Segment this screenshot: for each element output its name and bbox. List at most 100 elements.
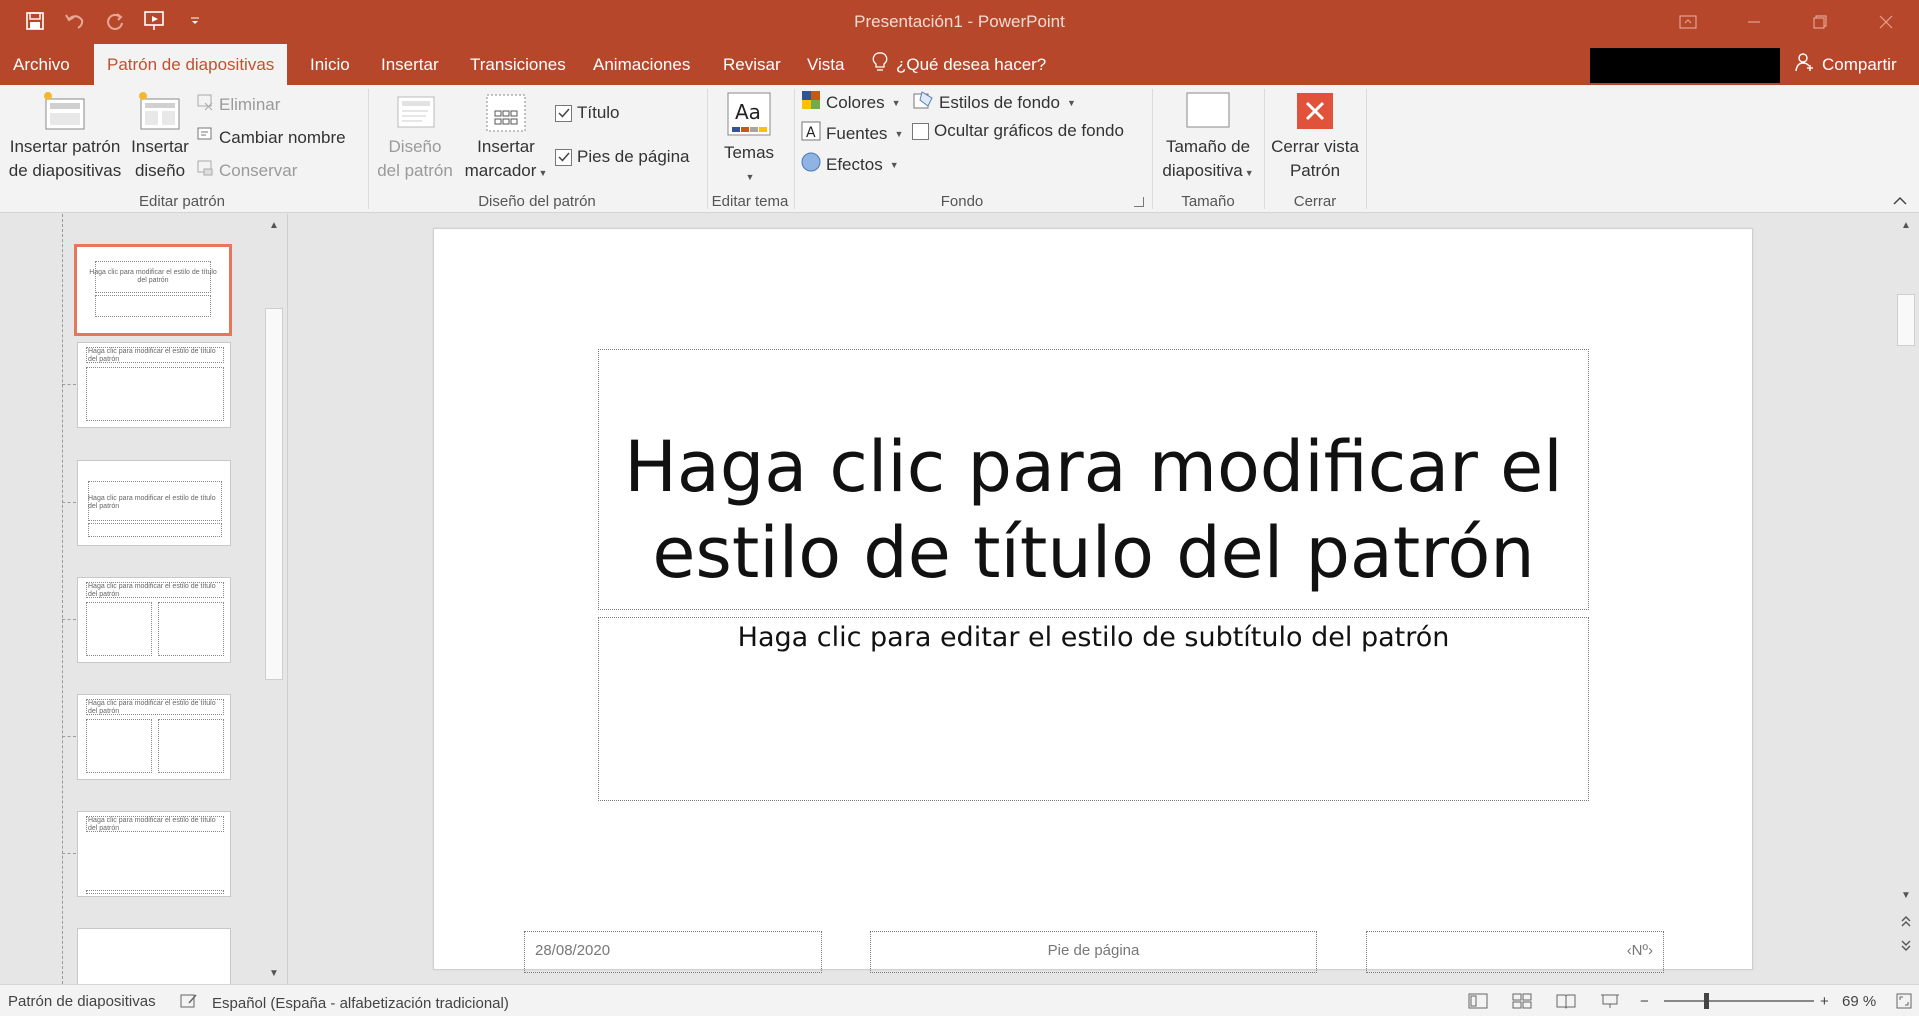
preserve-label: Conservar [219, 160, 298, 180]
themes-icon: Aa [726, 91, 772, 137]
slide-editing-canvas: Haga clic para modificar el estilo de tí… [290, 214, 1919, 984]
rename-button[interactable]: Cambiar nombre [196, 126, 346, 149]
zoom-out-button[interactable]: − [1640, 993, 1649, 1010]
group-separator [368, 89, 369, 209]
normal-view-icon[interactable] [1468, 993, 1488, 1009]
checkbox-checked-icon [555, 104, 572, 122]
tab-inicio[interactable]: Inicio [297, 44, 363, 85]
title-checkbox-label: Título [577, 103, 620, 122]
hide-background-graphics-label: Ocultar gráficos de fondo [934, 121, 1124, 140]
tab-transiciones[interactable]: Transiciones [457, 44, 579, 85]
insert-placeholder-label-2: marcador ▼ [464, 161, 548, 180]
hierarchy-connector [62, 502, 76, 503]
tab-vista[interactable]: Vista [794, 44, 858, 85]
slide-number: ‹Nº› [1626, 942, 1653, 959]
ribbon-tab-bar: Archivo Patrón de diapositivas Inicio In… [0, 44, 1919, 85]
thumb-subtitle-placeholder [95, 295, 211, 317]
slideshow-icon[interactable] [1600, 993, 1620, 1009]
slide-size-label-1: Tamaño de [1165, 137, 1251, 156]
restore-icon[interactable] [1787, 0, 1853, 44]
group-label-editar-tema: Editar tema [711, 193, 789, 210]
close-window-icon[interactable] [1853, 0, 1919, 44]
thumb-content-placeholder [158, 719, 224, 773]
effects-button[interactable]: Efectos ▼ [801, 152, 899, 177]
effects-icon [801, 152, 821, 177]
minimize-icon[interactable] [1721, 0, 1787, 44]
tab-animaciones[interactable]: Animaciones [580, 44, 703, 85]
tab-insertar[interactable]: Insertar [368, 44, 452, 85]
date-placeholder[interactable]: 28/08/2020 [524, 931, 822, 973]
account-area[interactable] [1590, 48, 1780, 83]
insert-layout-button[interactable]: Insertar diseño [128, 87, 192, 183]
fit-to-window-icon[interactable] [1896, 993, 1912, 1009]
scrollbar-thumb[interactable] [1897, 294, 1915, 346]
hide-background-graphics-checkbox[interactable]: Ocultar gráficos de fondo [912, 121, 1124, 141]
proofing-language[interactable]: Español (España - alfabetización tradici… [180, 993, 509, 1013]
background-styles-button[interactable]: Estilos de fondo ▼ [912, 90, 1076, 115]
slide-size-button[interactable]: Tamaño de diapositiva ▼ [1156, 87, 1260, 185]
master-layout-button[interactable]: Diseño del patrón [372, 87, 458, 183]
redo-icon[interactable] [102, 8, 128, 34]
footer-placeholder[interactable]: Pie de página [870, 931, 1317, 973]
tab-revisar[interactable]: Revisar [710, 44, 794, 85]
insert-placeholder-label-1: Insertar [477, 137, 535, 156]
chevron-down-icon: ▼ [745, 172, 755, 182]
zoom-slider[interactable] [1664, 1000, 1814, 1002]
thumbnail-layout-1[interactable]: Haga clic para modificar el estilo de tí… [77, 342, 231, 428]
group-separator [794, 89, 795, 209]
share-button[interactable]: Compartir [1782, 44, 1909, 85]
next-slide-icon[interactable] [1893, 934, 1919, 956]
previous-slide-icon[interactable] [1893, 911, 1919, 933]
delete-button[interactable]: Eliminar [196, 93, 280, 116]
thumbnail-layout-4[interactable]: Haga clic para modificar el estilo de tí… [77, 694, 231, 780]
title-placeholder[interactable]: Haga clic para modificar el estilo de tí… [598, 349, 1589, 610]
scroll-up-icon[interactable]: ▲ [261, 214, 287, 236]
tab-patron-de-diapositivas[interactable]: Patrón de diapositivas [94, 44, 288, 85]
thumb-title-text: Haga clic para modificar el estilo de tí… [88, 348, 216, 363]
zoom-in-button[interactable]: + [1820, 993, 1829, 1010]
start-from-beginning-icon[interactable] [142, 8, 168, 34]
group-separator [707, 89, 708, 209]
collapse-ribbon-icon[interactable] [1893, 195, 1907, 209]
scroll-down-icon[interactable]: ▼ [261, 962, 287, 984]
scroll-down-icon[interactable]: ▼ [1893, 884, 1919, 906]
insert-placeholder-button[interactable]: Insertar marcador ▼ [460, 87, 552, 185]
slide-sorter-icon[interactable] [1512, 993, 1532, 1009]
thumbnail-layout-5[interactable]: Haga clic para modificar el estilo de tí… [77, 811, 231, 897]
chevron-down-icon: ▼ [889, 159, 899, 170]
rename-label: Cambiar nombre [219, 127, 346, 147]
language-label: Español (España - alfabetización tradici… [212, 994, 509, 1012]
scrollbar-thumb[interactable] [265, 308, 283, 680]
lightbulb-icon [872, 52, 888, 77]
zoom-level[interactable]: 69 % [1842, 993, 1876, 1010]
insert-slide-master-button[interactable]: Insertar patrón de diapositivas [6, 87, 124, 183]
hierarchy-connector [62, 853, 76, 854]
preserve-button[interactable]: Conservar [196, 159, 297, 182]
thumbnail-layout-6[interactable] [77, 928, 231, 984]
save-icon[interactable] [22, 8, 48, 34]
thumbnail-layout-2[interactable]: Haga clic para modificar el estilo de tí… [77, 460, 231, 546]
ribbon-display-options-icon[interactable] [1655, 0, 1721, 44]
thumbnail-scrollbar[interactable]: ▲ ▼ [261, 214, 287, 984]
title-checkbox[interactable]: Título [555, 103, 620, 123]
slide[interactable]: Haga clic para modificar el estilo de tí… [433, 228, 1753, 973]
themes-button[interactable]: Aa Temas ▼ [712, 87, 786, 189]
subtitle-placeholder[interactable]: Haga clic para editar el estilo de subtí… [598, 617, 1589, 801]
canvas-scrollbar[interactable]: ▲ ▼ [1893, 214, 1919, 984]
footers-checkbox[interactable]: Pies de página [555, 147, 689, 167]
dialog-launcher-icon[interactable] [1134, 197, 1144, 207]
scroll-up-icon[interactable]: ▲ [1893, 214, 1919, 236]
tab-archivo[interactable]: Archivo [0, 44, 83, 85]
undo-icon[interactable] [62, 8, 88, 34]
colors-button[interactable]: Colores ▼ [801, 90, 901, 115]
thumbnail-layout-3[interactable]: Haga clic para modificar el estilo de tí… [77, 577, 231, 663]
close-master-view-button[interactable]: Cerrar vista Patrón [1268, 87, 1362, 183]
reading-view-icon[interactable] [1556, 993, 1576, 1009]
tell-me-box[interactable]: ¿Qué desea hacer? [872, 44, 1046, 85]
zoom-slider-knob[interactable] [1704, 993, 1709, 1009]
thumbnail-slide-master[interactable]: Haga clic para modificar el estilo de tí… [74, 244, 232, 336]
footers-checkbox-label: Pies de página [577, 147, 690, 166]
customize-qat-icon[interactable] [182, 8, 208, 34]
fonts-button[interactable]: A Fuentes ▼ [801, 121, 903, 146]
slide-number-placeholder[interactable]: ‹Nº› [1366, 931, 1664, 973]
